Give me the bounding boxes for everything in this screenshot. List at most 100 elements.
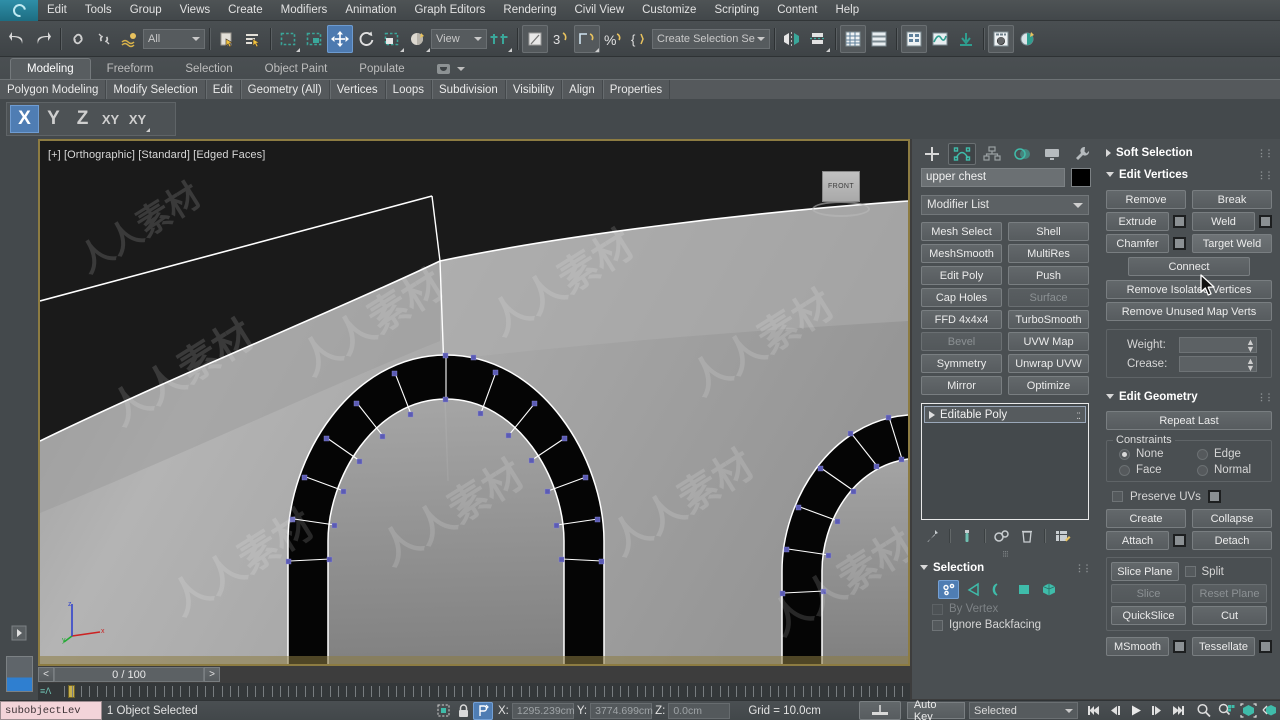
selection-rollout-header[interactable]: Selection ⋮⋮ [912, 559, 1098, 576]
soft-selection-rollout-header[interactable]: Soft Selection ⋮⋮ [1098, 144, 1280, 161]
repeat-last-button[interactable]: Repeat Last [1106, 411, 1272, 430]
preserve-uvs-row[interactable]: Preserve UVs [1098, 482, 1280, 503]
object-color-swatch[interactable] [1071, 168, 1091, 187]
msmooth-button[interactable]: MSmooth [1106, 637, 1169, 656]
ribbon-tab-populate[interactable]: Populate [343, 60, 420, 79]
show-end-result-icon[interactable] [956, 526, 978, 546]
ribbon-subtab-subdivision[interactable]: Subdivision [432, 79, 506, 100]
remove-isolated-vertices-button[interactable]: Remove Isolated Vertices [1106, 280, 1272, 299]
modifier-button-meshsmooth[interactable]: MeshSmooth [921, 244, 1002, 263]
axis-constraint-xy[interactable]: XY [97, 105, 124, 133]
bind-to-space-warp-icon[interactable] [117, 25, 143, 53]
configure-modifier-sets-icon[interactable] [1051, 526, 1073, 546]
edit-named-selection-sets-icon[interactable]: { [626, 25, 652, 53]
edge-subobject-icon[interactable] [963, 580, 984, 599]
edit-vertices-rollout-header[interactable]: Edit Vertices ⋮⋮ [1098, 166, 1280, 183]
next-frame-button[interactable]: > [204, 667, 220, 682]
chamfer-button[interactable]: Chamfer [1106, 234, 1169, 253]
create-tab-icon[interactable] [918, 143, 946, 165]
x-coordinate-field[interactable]: 1295.239cm [511, 702, 575, 719]
menu-item-scripting[interactable]: Scripting [705, 0, 768, 21]
previous-frame-icon[interactable] [1105, 702, 1125, 720]
ribbon-subtab-modify-selection[interactable]: Modify Selection [106, 79, 206, 100]
tessellate-settings-icon[interactable] [1259, 640, 1272, 653]
modifier-button-unwrap-uvw[interactable]: Unwrap UVW [1008, 354, 1089, 373]
previous-frame-button[interactable]: < [38, 667, 54, 682]
layer-explorer-icon[interactable] [840, 24, 866, 53]
slice-plane-button[interactable]: Slice Plane [1111, 562, 1179, 581]
hierarchy-tab-icon[interactable] [978, 143, 1006, 165]
snaps-toggle-icon[interactable] [522, 24, 548, 53]
constraint-normal-radio[interactable] [1197, 464, 1208, 476]
cut-button[interactable]: Cut [1192, 606, 1267, 625]
axis-constraint-z[interactable]: Z [68, 105, 97, 133]
split-checkbox[interactable] [1184, 566, 1196, 577]
polygon-subobject-icon[interactable] [1013, 580, 1034, 599]
go-to-start-icon[interactable] [1084, 702, 1104, 720]
rectangular-selection-region-icon[interactable] [275, 25, 301, 53]
expand-triangle-icon[interactable] [929, 410, 935, 419]
modifier-button-mesh-select[interactable]: Mesh Select [921, 222, 1002, 241]
undo-icon[interactable] [4, 25, 30, 53]
ribbon-subtab-properties[interactable]: Properties [603, 79, 671, 100]
select-and-rotate-icon[interactable] [353, 25, 379, 53]
maxscript-listener-field[interactable]: subobjectLev [0, 701, 102, 720]
menu-item-civil-view[interactable]: Civil View [565, 0, 633, 21]
curve-editor-icon[interactable] [901, 24, 927, 53]
mini-curve-editor-toggle[interactable] [6, 656, 33, 692]
ribbon-options-icon[interactable] [421, 60, 481, 79]
reference-coordinate-dropdown[interactable]: View [431, 28, 487, 49]
collapse-button[interactable]: Collapse [1192, 509, 1272, 528]
ribbon-tab-modeling[interactable]: Modeling [10, 58, 91, 79]
crease-spinner[interactable]: ▲ ▼ [1179, 356, 1257, 373]
modifier-list-dropdown[interactable]: Modifier List [921, 195, 1089, 215]
angle-snap-toggle-icon[interactable]: 3 [548, 25, 574, 53]
quickslice-button[interactable]: QuickSlice [1111, 606, 1186, 625]
constraint-none-radio[interactable] [1119, 448, 1130, 460]
app-logo-icon[interactable] [0, 0, 38, 21]
menu-item-views[interactable]: Views [171, 0, 219, 21]
attach-settings-icon[interactable] [1173, 534, 1186, 547]
menu-item-tools[interactable]: Tools [76, 0, 121, 21]
ribbon-tab-selection[interactable]: Selection [169, 60, 248, 79]
zoom-all-icon[interactable] [1216, 702, 1236, 720]
menu-item-create[interactable]: Create [219, 0, 272, 21]
panel-grip[interactable]: ⁝⁝⁝ [992, 549, 1018, 559]
ribbon-subtab-polygon-modeling[interactable]: Polygon Modeling [0, 79, 107, 100]
current-frame-field[interactable]: 0 / 100 [54, 667, 204, 682]
remove-button[interactable]: Remove [1106, 190, 1186, 209]
constraint-edge-option[interactable]: Edge [1189, 448, 1267, 460]
y-coordinate-field[interactable]: 3774.699cm [590, 702, 653, 719]
border-subobject-icon[interactable] [988, 580, 1009, 599]
time-slider[interactable]: < 0 / 100 > [38, 666, 910, 683]
modifier-button-ffd-4x4x4[interactable]: FFD 4x4x4 [921, 310, 1002, 329]
modifier-button-mirror[interactable]: Mirror [921, 376, 1002, 395]
connect-button[interactable]: Connect [1128, 257, 1250, 276]
element-subobject-icon[interactable] [1038, 580, 1059, 599]
delete-modifier-icon[interactable] [1016, 526, 1038, 546]
object-name-input[interactable]: upper chest [921, 168, 1065, 187]
create-button[interactable]: Create [1106, 509, 1186, 528]
menu-item-animation[interactable]: Animation [336, 0, 405, 21]
select-object-icon[interactable] [214, 25, 240, 53]
zoom-icon[interactable] [1194, 702, 1214, 720]
modify-tab-icon[interactable] [948, 142, 976, 165]
ribbon-tab-freeform[interactable]: Freeform [91, 60, 170, 79]
menu-item-group[interactable]: Group [121, 0, 171, 21]
modifier-button-shell[interactable]: Shell [1008, 222, 1089, 241]
lock-icon[interactable] [453, 702, 473, 720]
weld-button[interactable]: Weld [1192, 212, 1255, 231]
menu-item-customize[interactable]: Customize [633, 0, 705, 21]
preserve-uvs-checkbox[interactable] [1112, 491, 1123, 502]
select-and-uniform-scale-icon[interactable] [379, 25, 405, 53]
constraint-face-option[interactable]: Face [1111, 464, 1189, 476]
use-pivot-point-center-icon[interactable] [487, 25, 513, 53]
modifier-button-symmetry[interactable]: Symmetry [921, 354, 1002, 373]
axis-constraint-x[interactable]: X [10, 105, 39, 133]
track-bar[interactable]: ≡Λ [38, 683, 910, 700]
ignore-backfacing-row[interactable]: Ignore Backfacing [912, 615, 1098, 631]
menu-item-modifiers[interactable]: Modifiers [272, 0, 337, 21]
menu-item-graph-editors[interactable]: Graph Editors [405, 0, 494, 21]
modifier-button-push[interactable]: Push [1008, 266, 1089, 285]
break-button[interactable]: Break [1192, 190, 1272, 209]
